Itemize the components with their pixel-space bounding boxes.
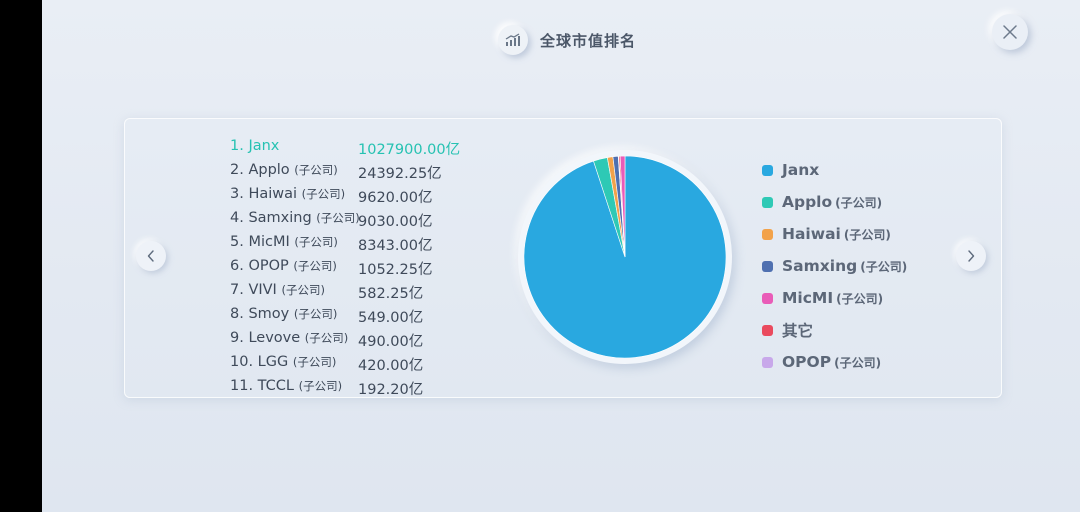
legend-item-micmi[interactable]: MicMI (子公司) [762, 282, 907, 314]
close-icon [1003, 25, 1017, 39]
legend-label: OPOP [782, 353, 832, 371]
chart-legend: Janx Applo (子公司) Haiwai (子公司) Samxing (子… [762, 154, 907, 378]
legend-sub-label: (子公司) [836, 291, 884, 306]
ranking-value: 192.20亿 [358, 382, 424, 398]
ranking-row-1: 1. Janx 1027900.00亿 [230, 136, 480, 160]
header: 全球市值排名 [498, 24, 636, 56]
legend-swatch [762, 228, 773, 240]
growth-chart-icon [498, 25, 528, 55]
ranking-row-2: 2. Applo (子公司) 24392.25亿 [230, 160, 480, 184]
legend-label: Samxing [782, 257, 858, 275]
ranking-value: 9620.00亿 [358, 190, 433, 206]
legend-label: 其它 [782, 322, 814, 340]
market-cap-pie-chart[interactable] [524, 156, 726, 358]
ranking-name: 6. OPOP (子公司) [230, 258, 337, 274]
app-screen: 全球市值排名 1. Janx 1027900.00亿 2. Applo (子公司… [42, 0, 1080, 512]
ranking-value: 9030.00亿 [358, 214, 433, 230]
ranking-value: 490.00亿 [358, 334, 424, 350]
ranking-name: 2. Applo (子公司) [230, 162, 338, 178]
legend-item-opop[interactable]: OPOP (子公司) [762, 346, 907, 378]
ranking-row-5: 5. MicMI (子公司) 8343.00亿 [230, 232, 480, 256]
chevron-right-icon [968, 250, 975, 262]
ranking-value: 1027900.00亿 [358, 142, 461, 158]
page-title: 全球市值排名 [540, 31, 637, 50]
legend-swatch [762, 164, 773, 176]
ranking-name: 9. Levove (子公司) [230, 330, 349, 346]
ranking-value: 24392.25亿 [358, 166, 442, 182]
ranking-row-10: 10. LGG (子公司) 420.00亿 [230, 352, 480, 376]
ranking-name: 10. LGG (子公司) [230, 354, 337, 370]
ranking-value: 8343.00亿 [358, 238, 433, 254]
ranking-row-7: 7. VIVI (子公司) 582.25亿 [230, 280, 480, 304]
legend-swatch [762, 260, 773, 272]
legend-sub-label: (子公司) [834, 355, 882, 370]
ranking-row-4: 4. Samxing (子公司) 9030.00亿 [230, 208, 480, 232]
legend-sub-label: (子公司) [860, 259, 908, 274]
ranking-row-3: 3. Haiwai (子公司) 9620.00亿 [230, 184, 480, 208]
ranking-name: 8. Smoy (子公司) [230, 306, 338, 322]
legend-swatch [762, 292, 773, 304]
ranking-name: 5. MicMI (子公司) [230, 234, 338, 250]
ranking-row-8: 8. Smoy (子公司) 549.00亿 [230, 304, 480, 328]
ranking-name: 1. Janx [230, 138, 280, 154]
ranking-row-9: 9. Levove (子公司) 490.00亿 [230, 328, 480, 352]
ranking-value: 420.00亿 [358, 358, 424, 374]
ranking-value: 1052.25亿 [358, 262, 433, 278]
legend-label: MicMI [782, 289, 834, 307]
legend-item-samxing[interactable]: Samxing (子公司) [762, 250, 907, 282]
legend-swatch [762, 324, 773, 336]
legend-item-haiwai[interactable]: Haiwai (子公司) [762, 218, 907, 250]
legend-swatch [762, 196, 773, 208]
legend-label: Janx [782, 161, 820, 179]
legend-sub-label: (子公司) [843, 227, 891, 242]
legend-item-janx[interactable]: Janx [762, 154, 907, 186]
ranking-name: 11. TCCL (子公司) [230, 378, 343, 394]
legend-item-applo[interactable]: Applo (子公司) [762, 186, 907, 218]
legend-label: Haiwai [782, 225, 841, 243]
legend-sub-label: (子公司) [835, 195, 883, 210]
ranking-name: 4. Samxing (子公司) [230, 210, 360, 226]
prev-page-button[interactable] [136, 241, 166, 271]
close-button[interactable] [992, 14, 1028, 50]
legend-item-other[interactable]: 其它 [762, 314, 907, 346]
chevron-left-icon [147, 250, 154, 262]
ranking-row-11: 11. TCCL (子公司) 192.20亿 [230, 376, 480, 400]
ranking-row-6: 6. OPOP (子公司) 1052.25亿 [230, 256, 480, 280]
ranking-name: 7. VIVI (子公司) [230, 282, 325, 298]
ranking-name: 3. Haiwai (子公司) [230, 186, 346, 202]
ranking-list: 1. Janx 1027900.00亿 2. Applo (子公司) 24392… [230, 136, 480, 400]
ranking-value: 549.00亿 [358, 310, 424, 326]
pie-chart-frame [518, 150, 732, 364]
legend-label: Applo [782, 193, 833, 211]
legend-swatch [762, 356, 773, 368]
ranking-value: 582.25亿 [358, 286, 424, 302]
next-page-button[interactable] [956, 241, 986, 271]
